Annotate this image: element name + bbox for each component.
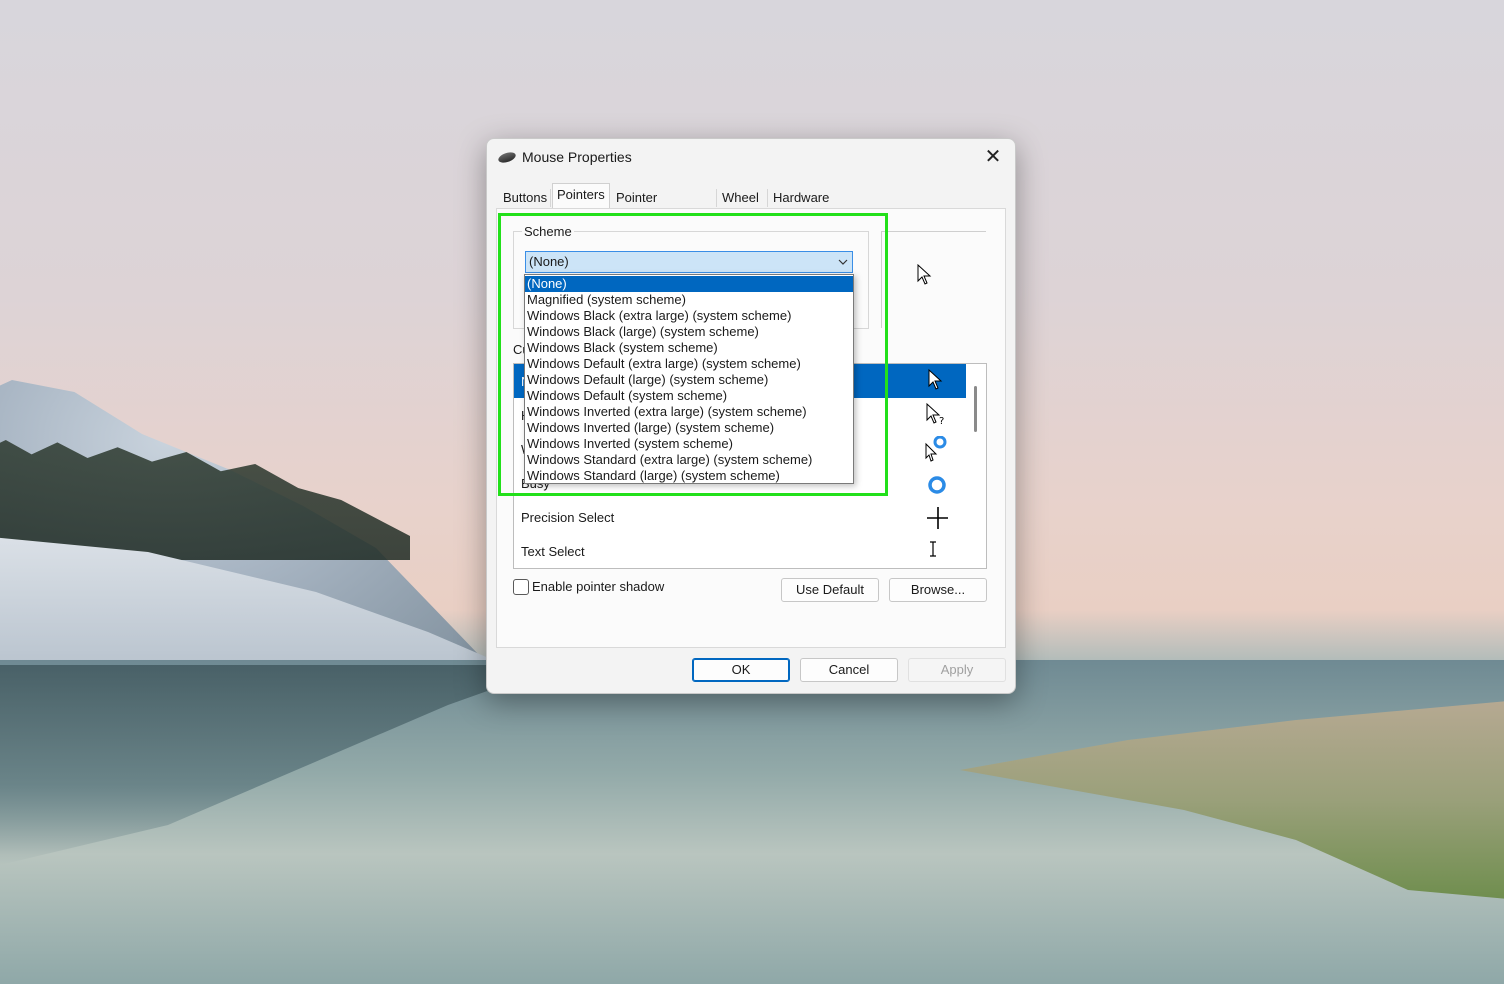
tab-separator <box>550 189 551 207</box>
scheme-option[interactable]: Windows Inverted (system scheme) <box>525 436 853 452</box>
scheme-dropdown-list[interactable]: (None) Magnified (system scheme) Windows… <box>524 274 854 484</box>
scheme-option[interactable]: Magnified (system scheme) <box>525 292 853 308</box>
help-select-cursor-icon: ? <box>926 402 944 427</box>
browse-button[interactable]: Browse... <box>889 578 987 602</box>
scheme-select[interactable]: (None) <box>525 251 853 273</box>
tree-line <box>0 440 410 560</box>
tab-buttons[interactable]: Buttons <box>499 187 551 209</box>
mouse-icon <box>497 150 517 165</box>
precision-select-cursor-icon <box>927 507 948 529</box>
list-scrollbar[interactable] <box>966 364 986 568</box>
tab-separator <box>716 189 717 207</box>
tab-wheel[interactable]: Wheel <box>718 187 763 209</box>
ok-button[interactable]: OK <box>692 658 790 682</box>
scrollbar-thumb[interactable] <box>974 386 977 432</box>
scheme-option[interactable]: (None) <box>525 276 853 292</box>
scheme-select-value: (None) <box>529 254 569 269</box>
tab-pointer-options[interactable]: Pointer Options <box>612 187 665 227</box>
arrow-cursor-icon <box>928 368 943 390</box>
close-icon[interactable]: ✕ <box>979 144 1007 170</box>
scheme-option[interactable]: Windows Standard (large) (system scheme) <box>525 468 853 484</box>
busy-cursor-icon <box>928 476 946 494</box>
list-item-text-select[interactable]: Text Select <box>514 534 966 568</box>
apply-button[interactable]: Apply <box>908 658 1006 682</box>
text-select-cursor-icon <box>930 541 936 557</box>
scheme-option[interactable]: Windows Default (system scheme) <box>525 388 853 404</box>
scheme-option[interactable]: Windows Black (extra large) (system sche… <box>525 308 853 324</box>
row-label: Text Select <box>521 544 585 559</box>
pointer-shadow-label: Enable pointer shadow <box>532 579 665 594</box>
dialog-title: Mouse Properties <box>522 149 632 165</box>
scheme-option[interactable]: Windows Default (extra large) (system sc… <box>525 356 853 372</box>
pointer-shadow-checkbox[interactable] <box>513 579 529 595</box>
title-bar[interactable]: Mouse Properties ✕ <box>487 139 1015 177</box>
scheme-option[interactable]: Windows Black (system scheme) <box>525 340 853 356</box>
list-item-precision-select[interactable]: Precision Select <box>514 500 966 534</box>
arrow-cursor-preview-icon <box>917 264 932 285</box>
scheme-option[interactable]: Windows Inverted (large) (system scheme) <box>525 420 853 436</box>
scheme-option[interactable]: Windows Standard (extra large) (system s… <box>525 452 853 468</box>
scheme-option[interactable]: Windows Default (large) (system scheme) <box>525 372 853 388</box>
row-label: Precision Select <box>521 510 615 525</box>
scheme-label: Scheme <box>522 224 574 239</box>
tab-separator <box>767 189 768 207</box>
cancel-button[interactable]: Cancel <box>800 658 898 682</box>
use-default-button[interactable]: Use Default <box>781 578 879 602</box>
svg-text:?: ? <box>939 416 944 427</box>
scheme-option[interactable]: Windows Inverted (extra large) (system s… <box>525 404 853 420</box>
working-in-background-cursor-icon <box>925 436 947 462</box>
tab-hardware[interactable]: Hardware <box>769 187 833 209</box>
tab-pointers[interactable]: Pointers <box>552 183 610 211</box>
pointer-preview-box <box>881 231 986 328</box>
scheme-option[interactable]: Windows Black (large) (system scheme) <box>525 324 853 340</box>
